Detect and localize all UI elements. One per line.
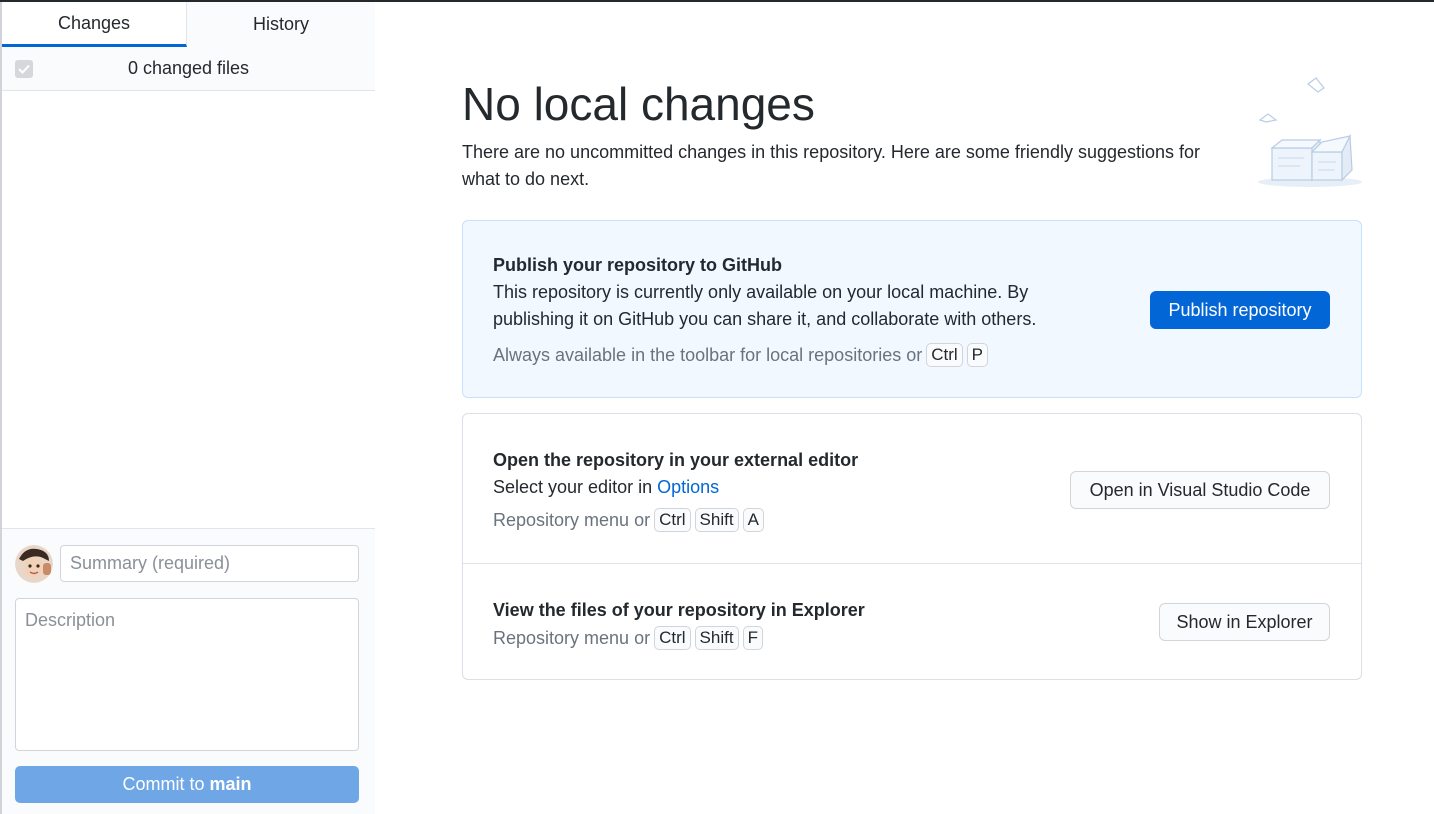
empty-state-illustration-icon [1258, 77, 1362, 187]
publish-hint-text: Always available in the toolbar for loca… [493, 344, 923, 365]
publish-heading: Publish your repository to GitHub [493, 255, 783, 275]
open-editor-hint-text: Repository menu or [493, 509, 651, 530]
app-window: Changes History 0 changed files Summary … [0, 0, 1434, 814]
tab-changes[interactable]: Changes [2, 2, 187, 47]
sidebar-tabs: Changes History [2, 2, 375, 47]
kbd-ctrl: Ctrl [926, 343, 963, 367]
publish-description: This repository is currently only availa… [493, 282, 1037, 329]
publish-card: Publish your repository to GitHub This r… [462, 220, 1362, 398]
open-editor-text: Select your editor in [493, 477, 653, 497]
kbd-ctrl: Ctrl [654, 626, 691, 650]
options-link[interactable]: Options [657, 477, 719, 497]
show-in-explorer-hint-text: Repository menu or [493, 627, 651, 648]
open-editor-heading: Open the repository in your external edi… [493, 450, 859, 470]
commit-summary-input[interactable] [60, 545, 359, 582]
changed-files-count: 0 changed files [127, 58, 250, 78]
select-all-checkbox[interactable] [15, 60, 33, 78]
actions-card: Open the repository in your external edi… [462, 413, 1362, 680]
show-in-explorer-button[interactable]: Show in Explorer [1159, 603, 1330, 641]
changed-files-header: 0 changed files [2, 47, 375, 91]
user-avatar [15, 545, 53, 583]
page-title: No local changes [462, 78, 815, 130]
open-editor-shortcut-hint: Repository menu or Ctrl Shift A [493, 508, 764, 532]
show-in-explorer-section: View the files of your repository in Exp… [463, 564, 1361, 680]
commit-button-label: Commit to [122, 774, 205, 794]
kbd-ctrl: Ctrl [654, 508, 691, 532]
commit-button[interactable]: Commit to main [15, 766, 359, 803]
main-panel: No local changes There are no uncommitte… [376, 2, 1434, 814]
changed-files-list [2, 91, 375, 528]
sidebar: Changes History 0 changed files Summary … [0, 2, 375, 814]
kbd-p: P [966, 343, 989, 367]
checkmark-icon [18, 64, 30, 74]
kbd-a: A [742, 508, 764, 532]
page-subtitle: There are no uncommitted changes in this… [462, 142, 1201, 189]
commit-description-input[interactable] [15, 598, 359, 751]
publish-shortcut-hint: Always available in the toolbar for loca… [493, 343, 989, 367]
open-editor-description: Select your editor in Options [493, 474, 719, 501]
show-in-explorer-heading: View the files of your repository in Exp… [493, 600, 865, 620]
tab-history[interactable]: History [187, 2, 375, 47]
kbd-shift: Shift [694, 626, 739, 650]
commit-panel: Commit to main [2, 528, 375, 814]
commit-branch-name: main [209, 774, 252, 794]
kbd-shift: Shift [694, 508, 739, 532]
show-in-explorer-shortcut-hint: Repository menu or Ctrl Shift F [493, 626, 763, 650]
publish-repository-button[interactable]: Publish repository [1150, 291, 1330, 329]
kbd-f: F [742, 626, 763, 650]
open-in-vscode-button[interactable]: Open in Visual Studio Code [1070, 471, 1330, 509]
open-editor-section: Open the repository in your external edi… [463, 414, 1361, 564]
